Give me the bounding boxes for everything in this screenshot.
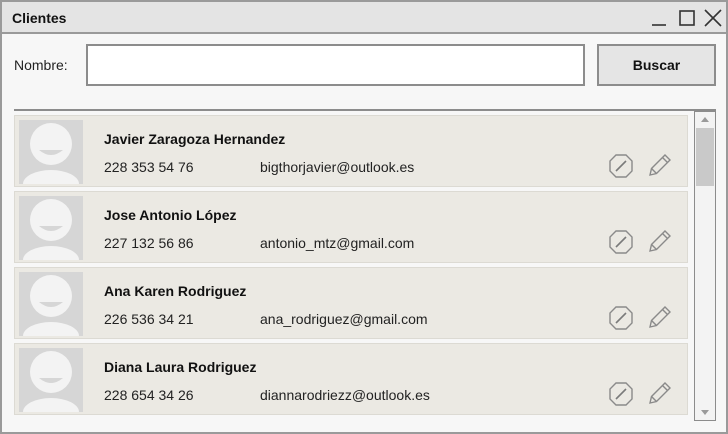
close-icon: [704, 9, 722, 27]
chevron-down-icon: [701, 410, 709, 415]
nombre-label: Nombre:: [14, 57, 68, 73]
client-row[interactable]: Jose Antonio López 227 132 56 86 antonio…: [14, 191, 688, 263]
edit-client-button[interactable]: [645, 378, 673, 406]
close-button[interactable]: [702, 7, 724, 29]
vertical-scrollbar[interactable]: [694, 111, 716, 421]
pencil-icon: [649, 306, 671, 328]
block-icon: [609, 306, 633, 330]
window-title: Clientes: [12, 10, 67, 26]
block-client-button[interactable]: [607, 228, 635, 256]
client-phone: 226 536 34 21: [104, 311, 194, 327]
block-icon: [609, 382, 633, 406]
client-name: Jose Antonio López: [104, 207, 237, 223]
user-placeholder-icon: [19, 120, 83, 184]
minimize-button[interactable]: [648, 7, 670, 29]
user-placeholder-icon: [19, 348, 83, 412]
scroll-up-button[interactable]: [695, 113, 715, 127]
user-placeholder-icon: [19, 272, 83, 336]
block-icon: [609, 230, 633, 254]
block-client-button[interactable]: [607, 380, 635, 408]
client-phone: 228 654 34 26: [104, 387, 194, 403]
edit-client-button[interactable]: [645, 226, 673, 254]
client-name: Javier Zaragoza Hernandez: [104, 131, 286, 147]
client-list: Javier Zaragoza Hernandez 228 353 54 76 …: [14, 115, 688, 419]
block-client-button[interactable]: [607, 152, 635, 180]
edit-client-button[interactable]: [645, 150, 673, 178]
user-placeholder-icon: [19, 196, 83, 260]
client-email: diannarodriezz@outlook.es: [260, 387, 430, 403]
avatar: [19, 120, 83, 184]
client-row[interactable]: Diana Laura Rodriguez 228 654 34 26 dian…: [14, 343, 688, 415]
client-name: Ana Karen Rodriguez: [104, 283, 247, 299]
client-phone: 227 132 56 86: [104, 235, 194, 251]
nombre-search-input[interactable]: [86, 44, 585, 86]
maximize-button[interactable]: [676, 7, 698, 29]
client-name: Diana Laura Rodriguez: [104, 359, 257, 375]
avatar: [19, 272, 83, 336]
pencil-icon: [649, 230, 671, 252]
block-icon: [609, 154, 633, 178]
minimize-icon: [652, 24, 666, 26]
client-email: bigthorjavier@outlook.es: [260, 159, 415, 175]
client-phone: 228 353 54 76: [104, 159, 194, 175]
scroll-down-button[interactable]: [695, 405, 715, 419]
block-client-button[interactable]: [607, 304, 635, 332]
client-row[interactable]: Ana Karen Rodriguez 226 536 34 21 ana_ro…: [14, 267, 688, 339]
scrollbar-thumb[interactable]: [696, 128, 714, 186]
buscar-button[interactable]: Buscar: [597, 44, 716, 86]
client-list-panel: Javier Zaragoza Hernandez 228 353 54 76 …: [14, 109, 716, 421]
pencil-icon: [649, 154, 671, 176]
title-bar: Clientes: [2, 2, 726, 34]
clientes-window: Clientes Nombre: Buscar Javier Zaragoza …: [0, 0, 728, 434]
edit-client-button[interactable]: [645, 302, 673, 330]
client-email: ana_rodriguez@gmail.com: [260, 311, 428, 327]
chevron-up-icon: [701, 117, 709, 122]
pencil-icon: [649, 382, 671, 404]
avatar: [19, 196, 83, 260]
client-row[interactable]: Javier Zaragoza Hernandez 228 353 54 76 …: [14, 115, 688, 187]
client-email: antonio_mtz@gmail.com: [260, 235, 415, 251]
maximize-icon: [679, 10, 695, 26]
avatar: [19, 348, 83, 412]
